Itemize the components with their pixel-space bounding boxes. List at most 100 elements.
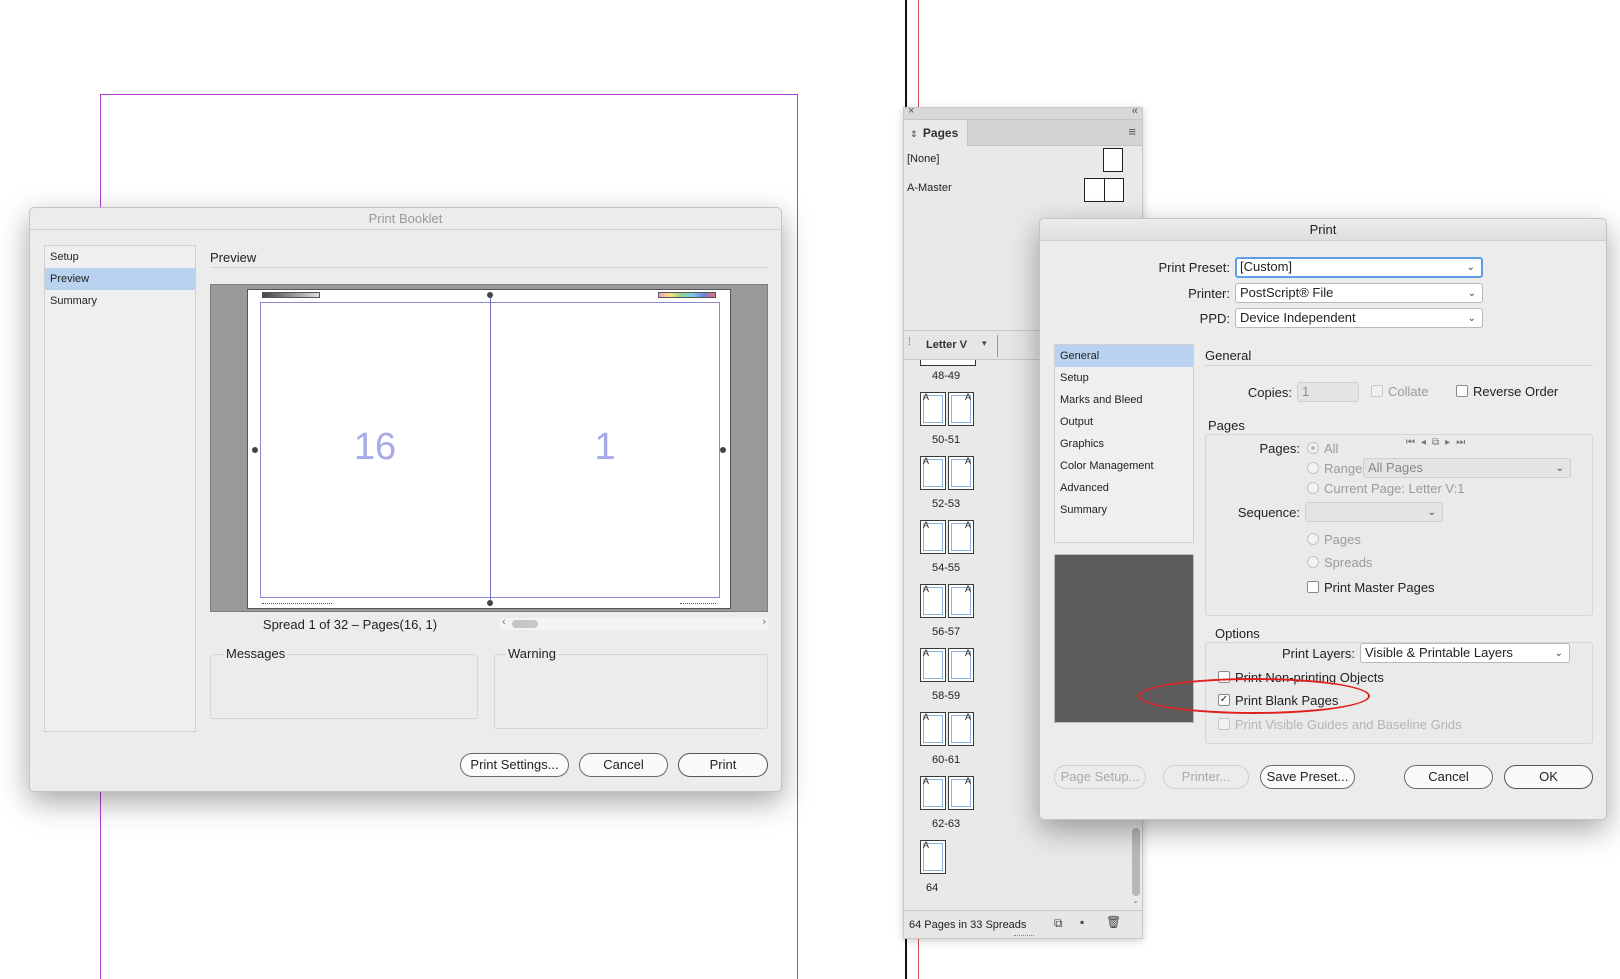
registration-mark-right (720, 447, 726, 453)
next-page-icon[interactable]: ▸ (1445, 437, 1456, 448)
page-thumb: A (948, 648, 974, 682)
spread-52-53-label: 52-53 (932, 498, 961, 510)
spread-58-59[interactable]: A A (920, 648, 980, 688)
master-a-label[interactable]: A-Master (907, 182, 952, 194)
nav-item-color-management[interactable]: Color Management (1055, 455, 1193, 477)
sequence-spreads-radio[interactable] (1307, 556, 1319, 568)
first-page-icon[interactable]: ⏮ (1406, 437, 1421, 448)
pages-range-radio[interactable] (1307, 462, 1319, 474)
spread-50-51[interactable]: A A (920, 392, 980, 432)
previous-page-icon[interactable]: ◂ (1421, 437, 1432, 448)
sequence-spreads-label: Spreads (1324, 555, 1373, 570)
nav-item-graphics[interactable]: Graphics (1055, 433, 1193, 455)
sequence-label: Sequence: (1237, 505, 1300, 520)
nav-item-marks-and-bleed[interactable]: Marks and Bleed (1055, 389, 1193, 411)
print-guides-checkbox[interactable] (1218, 718, 1230, 730)
master-a-divider (1104, 179, 1105, 201)
page-nav-controls: ⏮◂⧉▸⏭ (1406, 437, 1496, 453)
preview-scrollbar[interactable]: ‹ › (500, 616, 768, 630)
print-layers-label: Print Layers: (1282, 646, 1355, 661)
spread-54-55[interactable]: A A (920, 520, 980, 560)
pages-tab[interactable]: ⇕ Pages (904, 120, 968, 146)
nav-item-summary[interactable]: Summary (45, 290, 195, 312)
print-preset-label: Print Preset: (1158, 260, 1230, 275)
nav-item-output[interactable]: Output (1055, 411, 1193, 433)
left-page-number: 16 (353, 426, 397, 468)
nav-item-preview[interactable]: Preview (45, 268, 195, 290)
spread-62-63-label: 62-63 (932, 818, 961, 830)
pages-label: Pages: (1259, 441, 1300, 456)
print-cancel-button[interactable]: Cancel (1404, 765, 1493, 789)
panel-close-icon[interactable]: × (908, 105, 914, 117)
chevron-down-icon: ⌄ (1466, 262, 1475, 273)
highlight-ellipse (1138, 678, 1370, 714)
print-master-pages-checkbox[interactable] (1307, 581, 1319, 593)
spread-58-59-label: 58-59 (932, 690, 961, 702)
new-page-icon[interactable]: ▪ (1080, 915, 1084, 929)
pages-range-field[interactable]: All Pages ⌄ (1363, 458, 1571, 478)
page-setup-button[interactable]: Page Setup... (1054, 765, 1146, 789)
nav-item-setup[interactable]: Setup (45, 246, 195, 268)
sequence-pages-radio[interactable] (1307, 533, 1319, 545)
panel-resize-grip[interactable] (1014, 935, 1034, 938)
print-preset-select[interactable]: [Custom] ⌄ (1235, 257, 1483, 278)
spread-48-49-thumb[interactable] (920, 360, 976, 366)
print-master-pages-label: Print Master Pages (1324, 580, 1435, 595)
spread-64-label: 64 (926, 882, 939, 894)
chevron-down-icon: ⌄ (1467, 288, 1476, 299)
ppd-select[interactable]: Device Independent ⌄ (1235, 308, 1483, 328)
spread-64[interactable]: A (920, 840, 950, 880)
printer-button[interactable]: Printer... (1163, 765, 1249, 789)
nav-item-general[interactable]: General (1055, 345, 1193, 367)
section-label[interactable]: Letter V (926, 339, 967, 351)
copies-field[interactable]: 1 (1297, 382, 1359, 402)
current-page-radio[interactable] (1307, 482, 1319, 494)
spread-48-49-label: 48-49 (932, 370, 961, 382)
collate-label: Collate (1388, 384, 1429, 399)
panel-scroll-down-icon[interactable]: ⌄ (1132, 896, 1139, 905)
scroll-left-icon[interactable]: ‹ (502, 616, 506, 628)
scroll-thumb[interactable] (512, 620, 538, 628)
edit-page-size-icon[interactable]: ⧉ (1054, 916, 1063, 931)
panel-scroll-thumb[interactable] (1132, 828, 1140, 896)
ok-button[interactable]: OK (1504, 765, 1593, 789)
pages-tab-label: Pages (922, 126, 959, 140)
spread-56-57[interactable]: A A (920, 584, 980, 624)
scroll-right-icon[interactable]: › (762, 616, 766, 628)
nav-item-summary[interactable]: Summary (1055, 499, 1193, 521)
panel-menu-icon[interactable]: ≡ (1128, 124, 1136, 139)
reverse-order-checkbox[interactable] (1456, 385, 1468, 397)
section-divider (210, 267, 768, 268)
spread-sheet: 16 1 (247, 289, 731, 609)
nav-item-advanced[interactable]: Advanced (1055, 477, 1193, 499)
panel-collapse-icon[interactable]: « (1132, 105, 1138, 117)
master-a-thumb[interactable] (1084, 178, 1124, 202)
page-thumb: A (920, 584, 946, 618)
nav-item-setup[interactable]: Setup (1055, 367, 1193, 389)
section-dropdown-icon[interactable]: ▾ (982, 338, 987, 349)
collate-checkbox[interactable] (1371, 385, 1383, 397)
sequence-pages-label: Pages (1324, 532, 1361, 547)
trash-icon[interactable]: 🗑 (1106, 915, 1121, 929)
sequence-select[interactable]: ⌄ (1305, 502, 1443, 522)
master-none-label[interactable]: [None] (907, 153, 939, 165)
print-layers-select[interactable]: Visible & Printable Layers ⌄ (1360, 643, 1570, 663)
print-settings-button[interactable]: Print Settings... (460, 753, 569, 777)
registration-mark-left (252, 447, 258, 453)
last-page-icon[interactable]: ⏭ (1456, 437, 1471, 448)
spread-60-61[interactable]: A A (920, 712, 980, 752)
spread-52-53[interactable]: A A (920, 456, 980, 496)
spread-pages-icon[interactable]: ⧉ (1432, 437, 1445, 448)
master-none-thumb[interactable] (1103, 148, 1123, 172)
print-preset-value: [Custom] (1240, 259, 1293, 274)
save-preset-button[interactable]: Save Preset... (1260, 765, 1355, 789)
pages-all-radio[interactable] (1307, 442, 1319, 454)
booklet-print-button[interactable]: Print (678, 753, 768, 777)
warning-label: Warning (506, 646, 558, 661)
spread-62-63[interactable]: A A (920, 776, 980, 816)
printer-select[interactable]: PostScript® File ⌄ (1235, 283, 1483, 303)
pages-range-label: Range: (1324, 461, 1366, 476)
panel-scrollbar[interactable]: ⌄ (1132, 828, 1140, 910)
booklet-cancel-button[interactable]: Cancel (579, 753, 668, 777)
page-thumb: A (920, 648, 946, 682)
